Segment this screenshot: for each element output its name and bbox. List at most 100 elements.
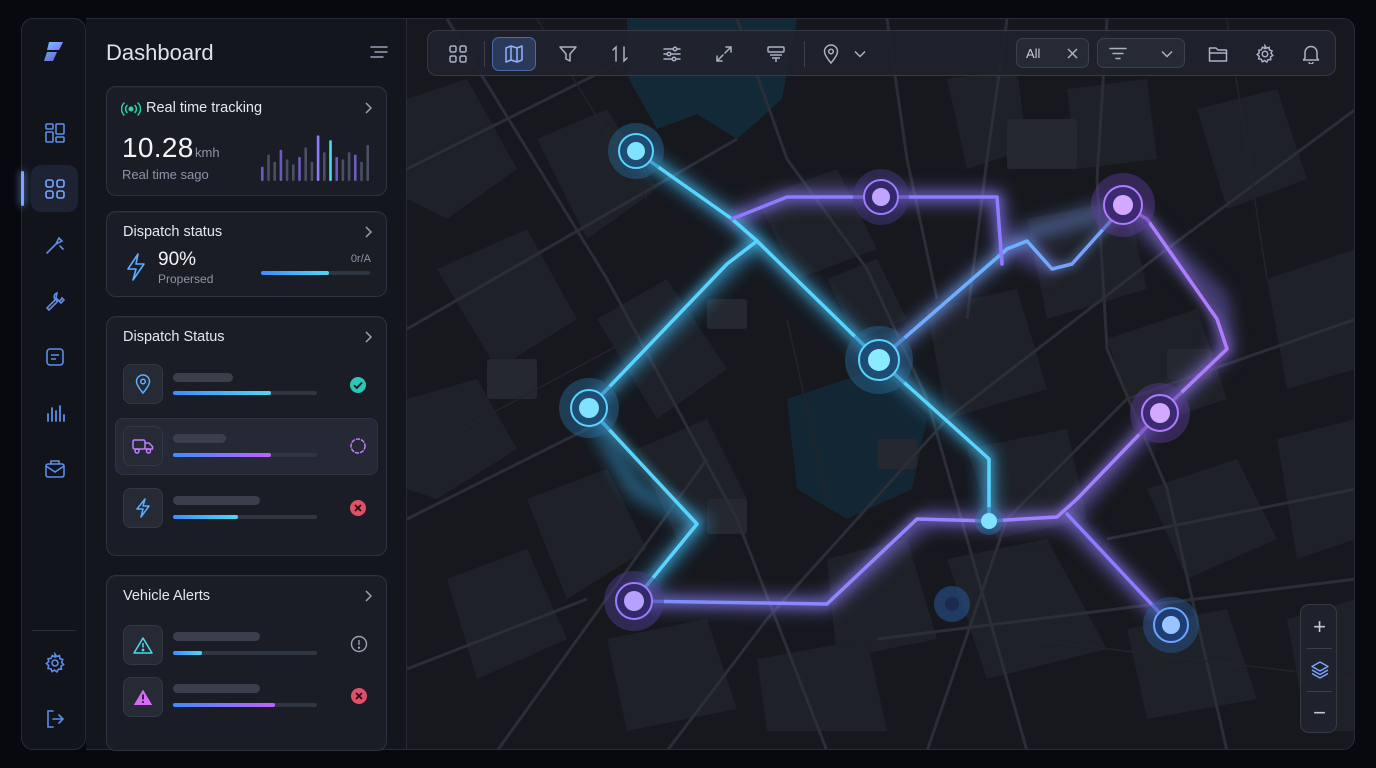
mail-icon [44, 458, 66, 480]
location-dropdown-button[interactable] [847, 37, 873, 71]
wrench-icon [44, 234, 66, 256]
map-node-3[interactable] [1091, 173, 1155, 237]
alert-row-1-label [173, 632, 260, 641]
spark-bar [285, 159, 289, 181]
chevron-down-icon [1161, 50, 1173, 58]
map-node-8[interactable] [604, 571, 664, 631]
speed-unit: kmh [195, 145, 220, 160]
spark-bar [347, 152, 351, 181]
dispatch-row-2-progress-fill [173, 453, 271, 457]
signal-icon [121, 101, 141, 117]
sort-button[interactable] [602, 37, 638, 71]
settings-icon [44, 651, 66, 674]
zoom-out-label: − [1313, 699, 1326, 725]
alert-row-2-progress [173, 703, 317, 707]
tracking-title: Real time tracking [146, 100, 263, 116]
close-icon[interactable] [1067, 48, 1078, 59]
rail-wrench-button[interactable] [31, 221, 78, 268]
pending-spinner-icon [349, 437, 367, 455]
filter-chip[interactable]: All [1016, 38, 1089, 68]
grid-view-button[interactable] [440, 37, 476, 71]
dispatch-percent: 90% [158, 249, 197, 270]
location-button[interactable] [813, 37, 849, 71]
sort-dropdown[interactable] [1097, 38, 1185, 68]
layer-filter-button[interactable] [758, 37, 794, 71]
rail-dashboard-button[interactable] [21, 165, 78, 212]
map-node-1[interactable] [608, 123, 664, 179]
notifications-button[interactable] [1293, 37, 1329, 71]
map-node-9[interactable] [934, 586, 970, 622]
folder-button[interactable] [1200, 37, 1236, 71]
rail-chart-button[interactable] [31, 389, 78, 436]
spark-bar [298, 157, 301, 181]
warning-icon [133, 636, 153, 654]
dispatch-row-1-tile[interactable] [123, 364, 163, 404]
dashboard-panel: Dashboard Real time tracking 10.28 kmh R… [86, 18, 406, 751]
rail-mail-button[interactable] [31, 445, 78, 492]
bell-icon [1302, 44, 1320, 64]
map-view-button[interactable] [492, 37, 536, 71]
rail-logout-button[interactable] [31, 695, 78, 742]
settings-icon [1255, 44, 1275, 64]
zoom-out-button[interactable]: − [1301, 691, 1338, 734]
bolt-icon [135, 498, 151, 518]
sliders-icon [662, 44, 682, 64]
folder-icon [1208, 45, 1228, 63]
vehicle-alerts-card[interactable]: Vehicle Alerts [106, 575, 387, 751]
dispatch-row-2-progress [173, 453, 317, 457]
dispatch-right-label: 0r/A [350, 253, 371, 265]
chevron-right-icon[interactable] [364, 102, 372, 114]
bar-chart-icon [44, 402, 66, 424]
map-node-10[interactable] [1143, 597, 1199, 653]
dispatch-row-1-progress [173, 391, 317, 395]
alerts-title: Vehicle Alerts [123, 588, 211, 604]
dispatch-list-card[interactable]: Dispatch Status [106, 316, 387, 556]
logout-icon [44, 708, 66, 730]
dashboard-icon [44, 178, 66, 200]
alert-row-1-tile[interactable] [123, 625, 163, 665]
rail-grid-button[interactable] [31, 109, 78, 156]
rail-document-button[interactable] [31, 333, 78, 380]
map-node-4[interactable] [559, 378, 619, 438]
alert-row-2-tile[interactable] [123, 677, 163, 717]
map-node-5[interactable] [845, 326, 913, 394]
alert-row-2-label [173, 684, 260, 693]
rail-divider [32, 630, 76, 631]
grid-icon [44, 122, 66, 144]
adjust-button[interactable] [654, 37, 690, 71]
map-node-6[interactable] [1130, 383, 1190, 443]
expand-button[interactable] [706, 37, 742, 71]
toolbar-settings-button[interactable] [1247, 37, 1283, 71]
layers-button[interactable] [1301, 648, 1338, 691]
panel-menu-button[interactable] [370, 45, 388, 59]
tracking-card[interactable]: Real time tracking 10.28 kmh Real time s… [106, 86, 387, 196]
route-map[interactable]: All + − [406, 18, 1355, 750]
zoom-in-button[interactable]: + [1301, 605, 1338, 648]
dispatch-row-3-progress [173, 515, 317, 519]
map-node-2[interactable] [853, 169, 909, 225]
map-node-7[interactable] [975, 507, 1003, 535]
truck-icon [132, 438, 154, 454]
brand-logo[interactable] [41, 39, 67, 65]
sort-icon [610, 44, 630, 64]
map-canvas[interactable] [407, 19, 1355, 750]
alert-row-1-progress-fill [173, 651, 202, 655]
rail-tool-button[interactable] [31, 277, 78, 324]
location-icon [822, 44, 840, 64]
warning-filled-icon [133, 688, 153, 706]
error-circle-icon [350, 687, 368, 705]
chevron-right-icon[interactable] [364, 226, 372, 238]
chevron-right-icon[interactable] [364, 331, 372, 343]
error-circle-icon [349, 499, 367, 517]
dispatch-row-1-progress-fill [173, 391, 271, 395]
filter-button[interactable] [550, 37, 586, 71]
zoom-in-label: + [1313, 613, 1326, 639]
spark-bar [341, 159, 345, 181]
rail-settings-button[interactable] [31, 639, 78, 686]
chevron-right-icon[interactable] [364, 590, 372, 602]
layers-icon [1310, 660, 1330, 680]
dispatch-row-3-tile[interactable] [123, 488, 163, 528]
dispatch-row-2-tile[interactable] [123, 426, 163, 466]
dispatch-card[interactable]: Dispatch status 90% Propersed 0r/A [106, 211, 387, 297]
chevron-down-icon [854, 50, 866, 58]
